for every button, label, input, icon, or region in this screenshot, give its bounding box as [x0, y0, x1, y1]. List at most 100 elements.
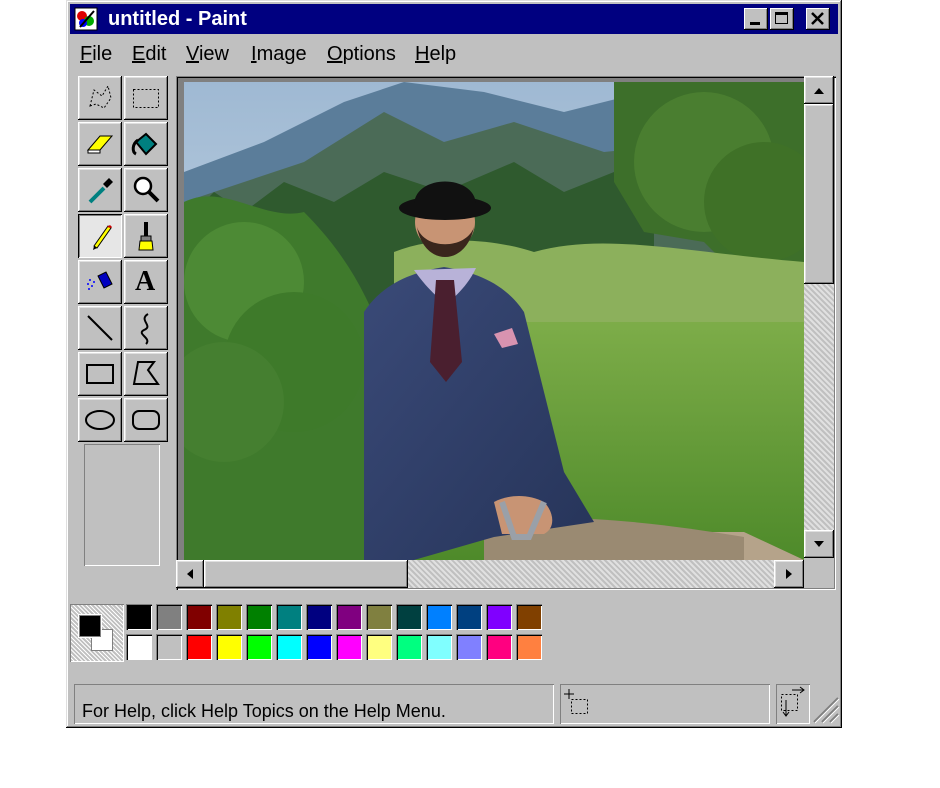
- palette-swatch[interactable]: [426, 634, 452, 660]
- scroll-right-button[interactable]: [774, 560, 804, 588]
- eraser-icon: [86, 135, 114, 154]
- palette-swatch[interactable]: [246, 604, 272, 630]
- menu-options-label: ptions: [342, 43, 396, 65]
- minimize-icon: [750, 22, 760, 25]
- menu-options-mnemonic: O: [327, 43, 343, 65]
- curve-icon: [140, 313, 149, 345]
- palette-swatch[interactable]: [276, 634, 302, 660]
- close-icon: [811, 12, 824, 25]
- menu-help[interactable]: Help: [415, 42, 456, 66]
- pick-color-tool[interactable]: [78, 168, 122, 212]
- palette-swatch-color: [128, 606, 151, 629]
- menu-image[interactable]: Image: [251, 42, 307, 66]
- palette-swatch-color: [218, 636, 241, 659]
- menu-edit[interactable]: Edit: [132, 42, 166, 66]
- close-button[interactable]: [806, 8, 830, 30]
- menu-help-mnemonic: H: [415, 43, 430, 65]
- palette-swatch-color: [398, 636, 421, 659]
- free-form-select-tool[interactable]: [78, 76, 122, 120]
- menu-image-label: mage: [256, 43, 307, 65]
- pencil-tool[interactable]: [78, 214, 122, 258]
- eraser-tool[interactable]: [78, 122, 122, 166]
- airbrush-tool[interactable]: [78, 260, 122, 304]
- palette-swatch[interactable]: [366, 604, 392, 630]
- vertical-scrollbar[interactable]: [804, 76, 834, 558]
- status-help-panel: For Help, click Help Topics on the Help …: [74, 684, 554, 724]
- tool-options-box[interactable]: [84, 444, 160, 566]
- text-tool[interactable]: A: [124, 260, 168, 304]
- palette-swatch[interactable]: [216, 634, 242, 660]
- palette-swatch[interactable]: [186, 634, 212, 660]
- title-bar[interactable]: untitled - Paint: [70, 4, 838, 34]
- status-position-panel: [560, 684, 770, 724]
- arrow-right-icon: [786, 569, 792, 579]
- palette-swatch[interactable]: [156, 634, 182, 660]
- brush-tool[interactable]: [124, 214, 168, 258]
- minimize-button[interactable]: [744, 8, 768, 30]
- magnifier-tool[interactable]: [124, 168, 168, 212]
- scrollbar-corner: [804, 558, 834, 588]
- palette-swatch[interactable]: [516, 604, 542, 630]
- toolbox: A: [76, 74, 170, 584]
- brush-icon: [138, 222, 154, 251]
- ellipse-tool[interactable]: [78, 398, 122, 442]
- palette-swatch[interactable]: [216, 604, 242, 630]
- palette-swatch[interactable]: [126, 634, 152, 660]
- cursor-position-icon: [564, 689, 588, 714]
- canvas-image[interactable]: [184, 82, 804, 560]
- menu-edit-mnemonic: E: [132, 43, 146, 65]
- palette-swatch[interactable]: [276, 604, 302, 630]
- resize-grip-icon[interactable]: [810, 694, 840, 724]
- menu-options[interactable]: Options: [327, 42, 396, 66]
- horizontal-scroll-thumb[interactable]: [204, 560, 408, 588]
- scroll-up-button[interactable]: [804, 76, 834, 104]
- curve-tool[interactable]: [124, 306, 168, 350]
- scroll-down-button[interactable]: [804, 530, 834, 558]
- palette-swatch[interactable]: [156, 604, 182, 630]
- rectangle-tool[interactable]: [78, 352, 122, 396]
- menu-view[interactable]: View: [186, 42, 229, 66]
- select-tool[interactable]: [124, 76, 168, 120]
- palette-swatch-color: [518, 636, 541, 659]
- fill-with-color-tool[interactable]: [124, 122, 168, 166]
- palette-swatch[interactable]: [246, 634, 272, 660]
- palette-swatch-color: [488, 636, 511, 659]
- menu-file-label: ile: [92, 43, 113, 65]
- magnifier-icon: [133, 176, 160, 203]
- maximize-button[interactable]: [770, 8, 794, 30]
- palette-swatch-color: [158, 606, 181, 629]
- palette-swatch[interactable]: [456, 634, 482, 660]
- palette-swatch-color: [248, 606, 271, 629]
- palette-swatch[interactable]: [336, 634, 362, 660]
- palette-swatch[interactable]: [486, 634, 512, 660]
- palette-swatch[interactable]: [456, 604, 482, 630]
- rounded-rectangle-tool[interactable]: [124, 398, 168, 442]
- current-colors-indicator[interactable]: [70, 604, 124, 662]
- menu-file-mnemonic: F: [80, 43, 93, 65]
- palette-swatch[interactable]: [336, 604, 362, 630]
- vertical-scroll-thumb[interactable]: [804, 104, 834, 284]
- palette-swatch[interactable]: [186, 604, 212, 630]
- palette-swatch-color: [188, 636, 211, 659]
- palette-swatch-color: [458, 606, 481, 629]
- free-form-select-icon: [89, 84, 112, 109]
- horizontal-scrollbar[interactable]: [176, 560, 804, 588]
- palette-swatch[interactable]: [396, 604, 422, 630]
- palette-swatch[interactable]: [396, 634, 422, 660]
- palette-swatch[interactable]: [486, 604, 512, 630]
- maximize-icon: [775, 12, 788, 24]
- palette-swatch[interactable]: [516, 634, 542, 660]
- palette-swatch-color: [428, 606, 451, 629]
- line-tool[interactable]: [78, 306, 122, 350]
- rectangle-icon: [86, 364, 114, 384]
- palette-swatch[interactable]: [426, 604, 452, 630]
- menu-file[interactable]: File: [80, 42, 112, 66]
- polygon-tool[interactable]: [124, 352, 168, 396]
- palette-swatch[interactable]: [366, 634, 392, 660]
- palette-swatch[interactable]: [126, 604, 152, 630]
- scroll-left-button[interactable]: [176, 560, 204, 588]
- paint-app-icon: [74, 7, 98, 31]
- palette-swatch-color: [248, 636, 271, 659]
- palette-swatch[interactable]: [306, 634, 332, 660]
- palette-swatch[interactable]: [306, 604, 332, 630]
